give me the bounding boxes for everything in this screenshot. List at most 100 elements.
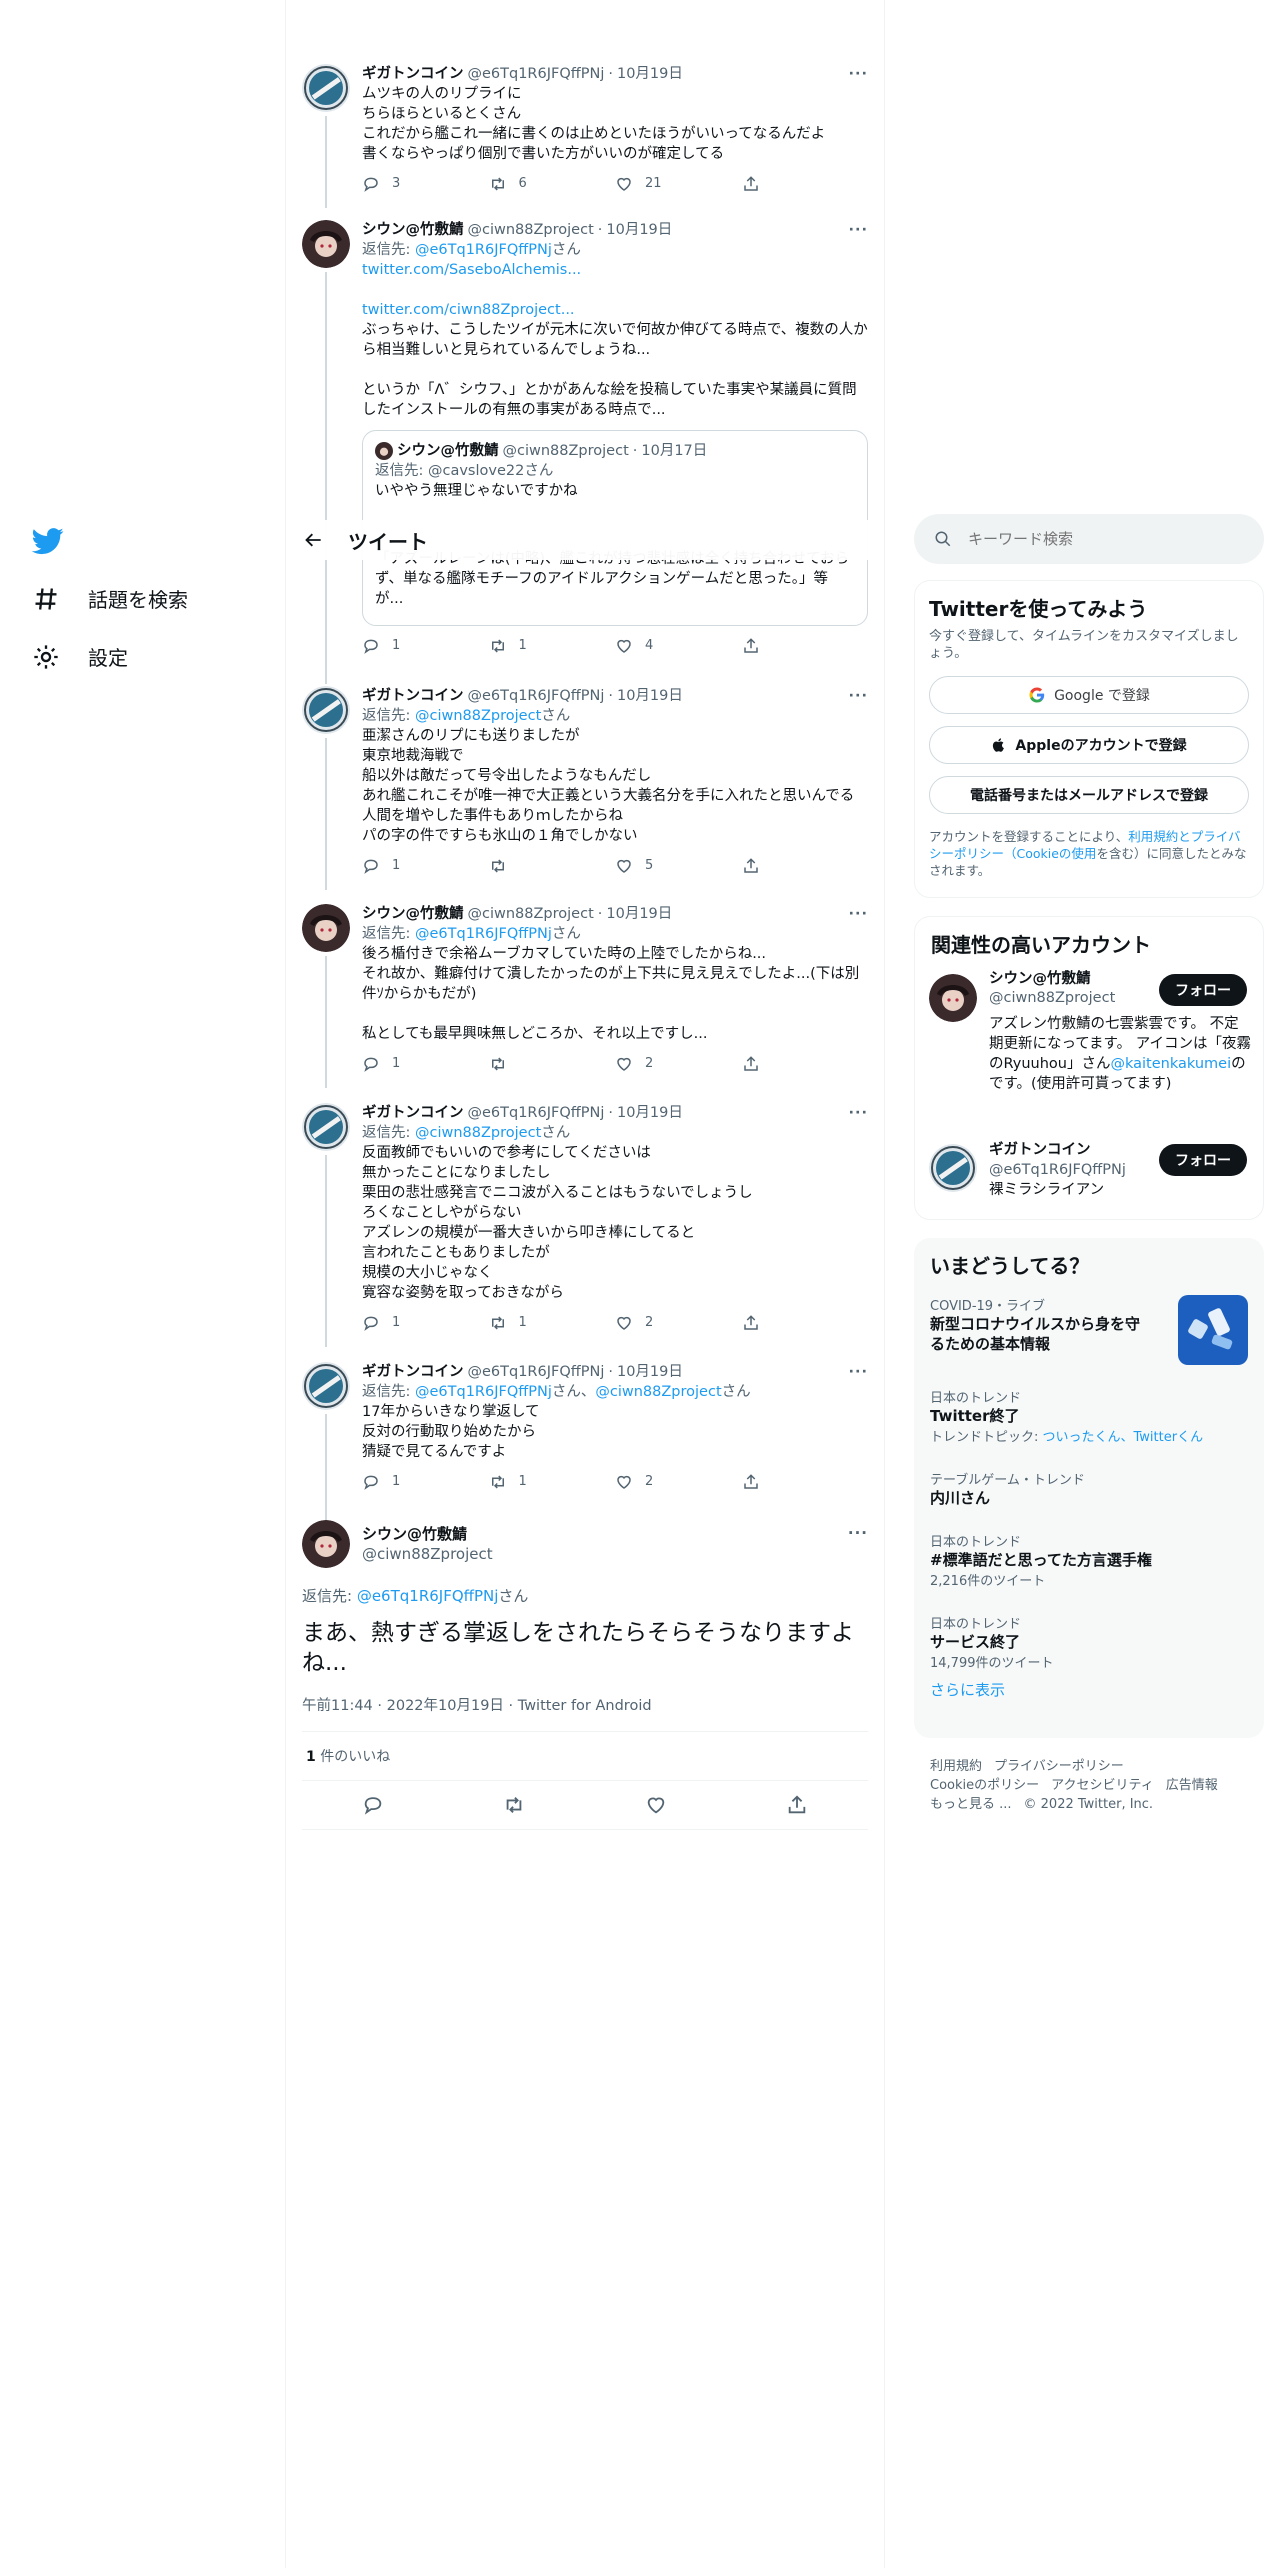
author-name[interactable]: ギガトンコイン bbox=[362, 1103, 464, 1123]
trend-item[interactable]: COVID-19・ライブ 新型コロナウイルスから身を守るための基本情報 bbox=[914, 1285, 1264, 1377]
follow-button[interactable]: フォロー bbox=[1159, 1144, 1247, 1176]
author-name[interactable]: シウン@竹敷鯖 bbox=[362, 220, 464, 240]
nav-explore[interactable]: 話題を検索 bbox=[32, 584, 188, 613]
tweet-date[interactable]: 10月19日 bbox=[606, 220, 672, 240]
share-button[interactable] bbox=[742, 857, 869, 875]
author-handle[interactable]: @ciwn88Zproject bbox=[468, 904, 594, 924]
search-input[interactable] bbox=[968, 530, 1228, 548]
retweet-button[interactable]: 1 bbox=[489, 1313, 616, 1333]
footer-link[interactable]: Cookieのポリシー bbox=[930, 1778, 1039, 1793]
reply-to-link[interactable]: @ciwn88Zproject bbox=[595, 1384, 721, 1400]
more-icon[interactable]: ··· bbox=[848, 1362, 868, 1382]
nav-settings[interactable]: 設定 bbox=[32, 642, 128, 671]
author-name[interactable]: ギガトンコイン bbox=[362, 64, 464, 84]
avatar[interactable] bbox=[302, 64, 350, 112]
more-icon[interactable]: ··· bbox=[848, 64, 868, 84]
share-button[interactable] bbox=[742, 1314, 869, 1332]
like-button[interactable]: 5 bbox=[615, 856, 742, 876]
more-icon[interactable]: ··· bbox=[848, 1524, 868, 1542]
reply-to-link[interactable]: @e6Tq1R6JFQffPNj bbox=[415, 242, 552, 258]
twitter-logo-icon[interactable] bbox=[32, 525, 64, 557]
retweet-button[interactable]: 1 bbox=[489, 636, 616, 656]
footer-link[interactable]: 利用規約 bbox=[930, 1759, 982, 1774]
reply-button[interactable]: 1 bbox=[362, 1313, 489, 1333]
tweet-date[interactable]: 10月19日 bbox=[617, 1103, 683, 1123]
like-button[interactable]: 21 bbox=[615, 174, 742, 194]
share-button[interactable] bbox=[742, 637, 869, 655]
author-handle[interactable]: @e6Tq1R6JFQffPNj bbox=[468, 1103, 605, 1123]
reply-to-link[interactable]: @e6Tq1R6JFQffPNj bbox=[415, 926, 552, 942]
reply-button[interactable]: 1 bbox=[362, 1472, 489, 1492]
tweet-link[interactable]: twitter.com/SaseboAlchemis... bbox=[362, 260, 868, 280]
reply-icon[interactable] bbox=[362, 1794, 384, 1816]
bio-link[interactable]: @kaitenkakumei bbox=[1111, 1056, 1232, 1072]
author-handle[interactable]: @e6Tq1R6JFQffPNj bbox=[468, 64, 605, 84]
show-more-link[interactable]: さらに表示 bbox=[914, 1675, 1264, 1704]
reply-to-link[interactable]: @ciwn88Zproject bbox=[415, 708, 541, 724]
like-button[interactable]: 2 bbox=[615, 1313, 742, 1333]
author-name[interactable]: シウン@竹敷鯖 bbox=[362, 904, 464, 924]
share-icon[interactable] bbox=[786, 1794, 808, 1816]
thread-tweet[interactable]: シウン@竹敷鯖 @ciwn88Zproject · 10月19日 ··· 返信先: @… bbox=[286, 904, 884, 1088]
reply-button[interactable]: 1 bbox=[362, 636, 489, 656]
retweet-button[interactable] bbox=[489, 1055, 616, 1073]
footer-link[interactable]: もっと見る ... bbox=[930, 1797, 1012, 1812]
share-button[interactable] bbox=[742, 1473, 869, 1491]
follow-button[interactable]: フォロー bbox=[1159, 974, 1247, 1006]
like-button[interactable]: 4 bbox=[615, 636, 742, 656]
avatar[interactable] bbox=[302, 220, 350, 268]
thread-tweet[interactable]: シウン@竹敷鯖 @ciwn88Zproject · 10月19日 ··· 返信先: @… bbox=[286, 220, 884, 684]
retweet-icon[interactable] bbox=[503, 1794, 525, 1816]
trend-item[interactable]: テーブルゲーム・トレンド 内川さん bbox=[914, 1459, 1264, 1521]
account-item[interactable]: シウン@竹敷鯖 @ciwn88Zproject フォロー アズレン竹敷鯖の七雲紫… bbox=[915, 970, 1263, 1140]
author-handle[interactable]: @ciwn88Zproject bbox=[362, 1544, 493, 1564]
thread-tweet[interactable]: ギガトンコイン @e6Tq1R6JFQffPNj · 10月19日 ··· ムツキの人… bbox=[286, 64, 884, 208]
avatar[interactable] bbox=[302, 1103, 350, 1151]
trend-item[interactable]: 日本のトレンド #標準語だと思ってた方言選手権 2,216件のツイート bbox=[914, 1521, 1264, 1603]
footer-link[interactable]: プライバシーポリシー bbox=[994, 1759, 1124, 1774]
thread-tweet[interactable]: ギガトンコイン @e6Tq1R6JFQffPNj · 10月19日 ··· 返信先: … bbox=[286, 1362, 884, 1522]
account-item[interactable]: ギガトンコイン @e6Tq1R6JFQffPNj 裸ミラシライアン フォロー bbox=[915, 1140, 1263, 1210]
reply-button[interactable]: 1 bbox=[362, 856, 489, 876]
reply-to-link[interactable]: @ciwn88Zproject bbox=[415, 1125, 541, 1141]
tweet-timestamp[interactable]: 午前11:44 · 2022年10月19日 · Twitter for Andr… bbox=[302, 1694, 868, 1715]
like-summary[interactable]: 1 件のいいね bbox=[302, 1732, 868, 1780]
more-icon[interactable]: ··· bbox=[848, 220, 868, 240]
tweet-link[interactable]: twitter.com/ciwn88Zproject... bbox=[362, 300, 868, 320]
avatar[interactable] bbox=[302, 1520, 350, 1568]
reply-button[interactable]: 1 bbox=[362, 1054, 489, 1074]
avatar[interactable] bbox=[929, 974, 977, 1022]
tweet-date[interactable]: 10月19日 bbox=[606, 904, 672, 924]
author-name[interactable]: ギガトンコイン bbox=[362, 1362, 464, 1382]
author-handle[interactable]: @ciwn88Zproject bbox=[468, 220, 594, 240]
retweet-button[interactable]: 6 bbox=[489, 174, 616, 194]
google-signup-button[interactable]: Google で登録 bbox=[929, 676, 1249, 714]
footer-link[interactable]: 広告情報 bbox=[1166, 1778, 1218, 1793]
tweet-date[interactable]: 10月19日 bbox=[617, 1362, 683, 1382]
trend-item[interactable]: 日本のトレンド サービス終了 14,799件のツイート bbox=[914, 1603, 1264, 1675]
back-button[interactable] bbox=[286, 530, 342, 550]
share-button[interactable] bbox=[742, 175, 869, 193]
like-button[interactable]: 2 bbox=[615, 1472, 742, 1492]
heart-icon[interactable] bbox=[645, 1794, 667, 1816]
trend-item[interactable]: 日本のトレンド Twitter終了 トレンドトピック: ついったくん、Twitt… bbox=[914, 1377, 1264, 1459]
reply-to-link[interactable]: @e6Tq1R6JFQffPNj bbox=[357, 1587, 499, 1605]
share-button[interactable] bbox=[742, 1055, 869, 1073]
like-button[interactable]: 2 bbox=[615, 1054, 742, 1074]
reply-to-link[interactable]: @e6Tq1R6JFQffPNj bbox=[415, 1384, 552, 1400]
avatar[interactable] bbox=[929, 1144, 977, 1192]
author-name[interactable]: ギガトンコイン bbox=[362, 686, 464, 706]
footer-link[interactable]: アクセシビリティ bbox=[1051, 1778, 1154, 1793]
author-name[interactable]: シウン@竹敷鯖 bbox=[362, 1524, 493, 1544]
apple-signup-button[interactable]: Appleのアカウントで登録 bbox=[929, 726, 1249, 764]
more-icon[interactable]: ··· bbox=[848, 686, 868, 706]
author-handle[interactable]: @e6Tq1R6JFQffPNj bbox=[468, 1362, 605, 1382]
more-icon[interactable]: ··· bbox=[848, 1103, 868, 1123]
trend-topic-link[interactable]: ついったくん、Twitterくん bbox=[1043, 1430, 1204, 1445]
avatar[interactable] bbox=[302, 904, 350, 952]
author-handle[interactable]: @e6Tq1R6JFQffPNj bbox=[468, 686, 605, 706]
thread-tweet[interactable]: ギガトンコイン @e6Tq1R6JFQffPNj · 10月19日 ··· 返信先: … bbox=[286, 686, 884, 890]
tweet-date[interactable]: 10月19日 bbox=[617, 686, 683, 706]
search-box[interactable] bbox=[914, 514, 1264, 564]
thread-tweet[interactable]: ギガトンコイン @e6Tq1R6JFQffPNj · 10月19日 ··· 返信先: … bbox=[286, 1103, 884, 1347]
